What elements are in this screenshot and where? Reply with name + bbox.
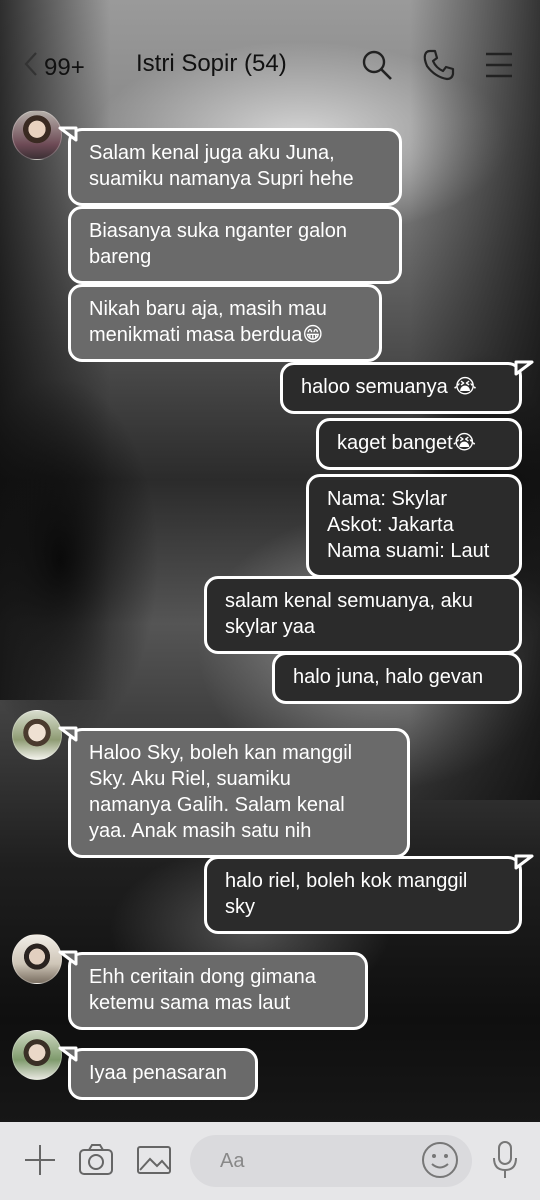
message-bubble-incoming[interactable]: Salam kenal juga aku Juna, suamiku naman… — [68, 128, 402, 206]
message-bubble-incoming[interactable]: Iyaa penasaran — [68, 1048, 258, 1100]
message-bubble-outgoing[interactable]: halo juna, halo gevan — [272, 652, 522, 704]
bubble-tail — [58, 126, 78, 142]
menu-icon[interactable] — [482, 48, 516, 82]
plus-icon[interactable] — [22, 1142, 58, 1178]
message-bubble-incoming[interactable]: Haloo Sky, boleh kan manggil Sky. Aku Ri… — [68, 728, 410, 858]
image-icon[interactable] — [136, 1142, 172, 1178]
avatar[interactable] — [12, 110, 62, 160]
camera-icon[interactable] — [78, 1142, 114, 1178]
bubble-tail — [58, 726, 78, 742]
microphone-icon[interactable] — [490, 1140, 520, 1180]
avatar[interactable] — [12, 1030, 62, 1080]
message-bubble-outgoing[interactable]: Nama: Skylar Askot: Jakarta Nama suami: … — [306, 474, 522, 578]
message-bubble-outgoing[interactable]: haloo semuanya 😭 — [280, 362, 522, 414]
message-bubble-incoming[interactable]: Ehh ceritain dong gimana ketemu sama mas… — [68, 952, 368, 1030]
message-bubble-outgoing[interactable]: halo riel, boleh kok manggil sky — [204, 856, 522, 934]
avatar[interactable] — [12, 934, 62, 984]
message-bubble-outgoing[interactable]: salam kenal semuanya, aku skylar yaa — [204, 576, 522, 654]
emoji-icon[interactable] — [420, 1140, 460, 1180]
bubble-tail — [58, 1046, 78, 1062]
bubble-tail — [514, 854, 534, 870]
message-input-placeholder: Aa — [220, 1150, 245, 1172]
back-button[interactable]: 99+ — [22, 50, 85, 85]
message-bubble-incoming[interactable]: Biasanya suka nganter galon bareng — [68, 206, 402, 284]
chevron-left-icon — [22, 50, 40, 85]
unread-count: 99+ — [44, 53, 85, 81]
bubble-tail — [514, 360, 534, 376]
message-bubble-incoming[interactable]: Nikah baru aja, masih mau menikmati masa… — [68, 284, 382, 362]
bubble-tail — [58, 950, 78, 966]
avatar[interactable] — [12, 710, 62, 760]
message-bubble-outgoing[interactable]: kaget banget😭 — [316, 418, 522, 470]
chat-header: 99+ Istri Sopir (54) — [0, 0, 540, 100]
chat-title[interactable]: Istri Sopir (54) — [136, 50, 287, 78]
search-icon[interactable] — [360, 48, 394, 82]
phone-icon[interactable] — [422, 48, 456, 82]
